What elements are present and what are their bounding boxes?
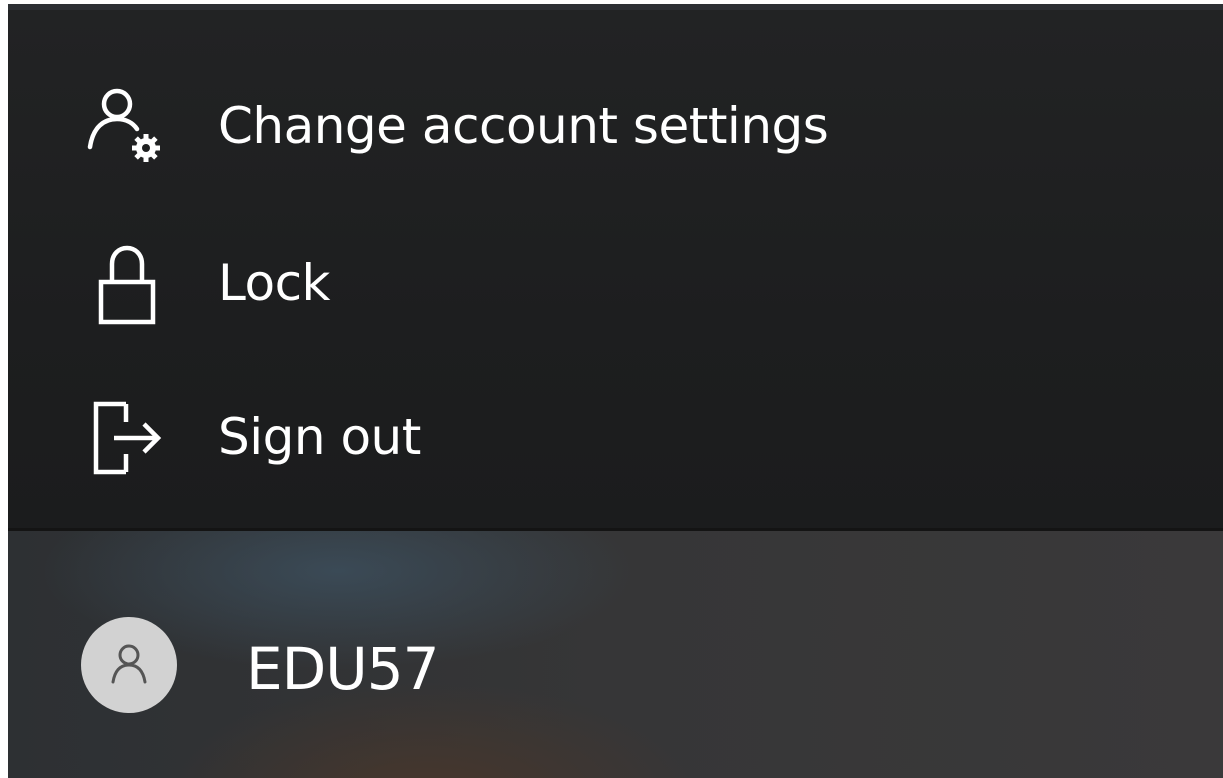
account-flyout: Change account settings Lock Sign out — [8, 10, 1223, 528]
user-account-button[interactable]: EDU57 — [8, 591, 1223, 731]
start-menu-account-panel: Change account settings Lock Sign out ED… — [8, 4, 1223, 778]
sign-out-label: Sign out — [218, 408, 421, 466]
user-name: EDU57 — [246, 635, 440, 703]
avatar — [81, 617, 177, 713]
person-settings-icon — [82, 81, 172, 171]
user-account-area: EDU57 — [8, 531, 1223, 778]
sign-out-item[interactable]: Sign out — [8, 367, 1223, 507]
person-icon — [104, 638, 154, 693]
change-account-settings-item[interactable]: Change account settings — [8, 56, 1223, 196]
lock-item[interactable]: Lock — [8, 213, 1223, 353]
lock-label: Lock — [218, 254, 331, 312]
sign-out-icon — [82, 392, 172, 482]
change-account-settings-label: Change account settings — [218, 97, 829, 155]
lock-icon — [82, 238, 172, 328]
